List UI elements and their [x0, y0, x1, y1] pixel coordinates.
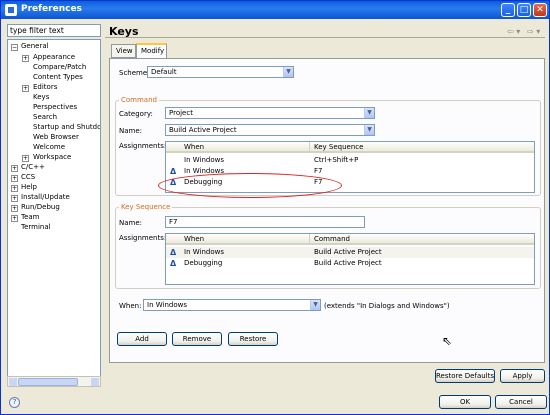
chevron-down-icon[interactable]: ▼: [364, 125, 374, 135]
cell-key-sequence: Ctrl+Shift+P: [314, 156, 359, 164]
tab-view[interactable]: View: [111, 44, 136, 58]
tree-item-install-update[interactable]: Install/Update: [21, 193, 70, 201]
scheme-label: Scheme:: [119, 69, 150, 77]
tree-item-workspace[interactable]: Workspace: [33, 153, 71, 161]
key-sequence-assignments-label: Assignments:: [119, 234, 167, 242]
tree-item-web-browser[interactable]: Web Browser: [33, 133, 79, 141]
tree-horizontal-scrollbar[interactable]: [7, 376, 101, 387]
key-sequence-assignments-table[interactable]: When Command Δ In Windows Build Active P…: [165, 233, 535, 285]
when-label: When:: [119, 302, 142, 310]
filter-input[interactable]: type filter text: [7, 24, 101, 37]
expand-icon[interactable]: +: [11, 165, 18, 172]
when-extends-note: (extends "In Dialogs and Windows"): [324, 302, 450, 310]
cell-command: Build Active Project: [314, 248, 382, 256]
tree-item-perspectives[interactable]: Perspectives: [33, 103, 77, 111]
scroll-left-icon[interactable]: [9, 378, 17, 386]
column-header-key-sequence[interactable]: Key Sequence: [310, 142, 534, 153]
highlight-ellipse: [158, 173, 342, 198]
cancel-button[interactable]: Cancel: [495, 395, 547, 409]
minimize-icon[interactable]: _: [501, 3, 515, 17]
collapse-icon[interactable]: −: [11, 44, 18, 51]
title-divider: [105, 37, 545, 38]
tree-item-team[interactable]: Team: [21, 213, 40, 221]
when-value: In Windows: [147, 301, 187, 309]
tree-item-keys[interactable]: Keys: [33, 93, 49, 101]
table-row[interactable]: Δ Debugging Build Active Project: [166, 258, 534, 269]
tree-item-editors[interactable]: Editors: [33, 83, 57, 91]
command-name-value: Build Active Project: [169, 126, 237, 134]
tree-item-ccs[interactable]: CCS: [21, 173, 35, 181]
tree-item-terminal[interactable]: Terminal: [21, 223, 51, 231]
cell-command: Build Active Project: [314, 259, 382, 267]
window-title: Preferences: [21, 4, 82, 14]
expand-icon[interactable]: +: [11, 195, 18, 202]
tree-item-startup[interactable]: Startup and Shutdow: [33, 123, 100, 131]
column-header-when[interactable]: When: [166, 234, 310, 245]
title-bar[interactable]: Preferences _ □ ✕: [1, 1, 549, 19]
forward-arrow-icon[interactable]: ⇨ ▾: [527, 27, 540, 36]
chevron-down-icon[interactable]: ▼: [310, 300, 320, 310]
tree-item-run-debug[interactable]: Run/Debug: [21, 203, 60, 211]
key-sequence-name-label: Name:: [119, 219, 143, 227]
tree-item-content-types[interactable]: Content Types: [33, 73, 83, 81]
category-value: Project: [169, 109, 193, 117]
apply-button[interactable]: Apply: [500, 369, 545, 383]
help-icon[interactable]: ?: [9, 397, 20, 408]
tree-item-welcome[interactable]: Welcome: [33, 143, 65, 151]
scroll-right-icon[interactable]: [91, 378, 99, 386]
restore-button[interactable]: Restore: [228, 332, 278, 346]
command-assignments-label: Assignments:: [119, 142, 167, 150]
back-arrow-icon[interactable]: ⇦ ▾: [507, 27, 520, 36]
delta-icon: Δ: [170, 248, 177, 257]
scheme-value: Default: [151, 68, 177, 76]
expand-icon[interactable]: +: [11, 205, 18, 212]
cell-when: Debugging: [184, 259, 223, 267]
expand-icon[interactable]: +: [11, 215, 18, 222]
delta-icon: Δ: [170, 167, 177, 176]
restore-defaults-button[interactable]: Restore Defaults: [435, 369, 495, 383]
table-row[interactable]: In Windows Ctrl+Shift+P: [166, 155, 534, 166]
category-label: Category:: [119, 110, 153, 118]
tree-item-help[interactable]: Help: [21, 183, 37, 191]
app-icon: [5, 4, 17, 16]
preferences-tree: − General + Appearance Compare/Patch Con…: [7, 39, 101, 387]
expand-icon[interactable]: +: [11, 175, 18, 182]
expand-icon[interactable]: +: [11, 185, 18, 192]
add-button[interactable]: Add: [117, 332, 167, 346]
maximize-icon[interactable]: □: [517, 3, 531, 17]
tab-modify[interactable]: Modify: [136, 43, 167, 58]
expand-icon[interactable]: +: [22, 85, 29, 92]
chevron-down-icon[interactable]: ▼: [364, 108, 374, 118]
when-combo[interactable]: In Windows ▼: [143, 299, 321, 311]
delta-icon: Δ: [170, 259, 177, 268]
column-header-command[interactable]: Command: [310, 234, 534, 245]
column-header-when[interactable]: When: [166, 142, 310, 153]
key-sequence-group-title: Key Sequence: [119, 203, 173, 211]
close-icon[interactable]: ✕: [533, 3, 547, 17]
expand-icon[interactable]: +: [22, 55, 29, 62]
tree-item-search[interactable]: Search: [33, 113, 57, 121]
mouse-cursor-icon: ⇖: [442, 334, 453, 348]
command-group-title: Command: [119, 96, 159, 104]
remove-button[interactable]: Remove: [172, 332, 222, 346]
cell-key-sequence: F7: [314, 167, 323, 175]
key-sequence-input[interactable]: F7: [165, 216, 365, 228]
cell-when: In Windows: [184, 156, 224, 164]
command-name-combo[interactable]: Build Active Project ▼: [165, 124, 375, 136]
chevron-down-icon[interactable]: ▼: [283, 67, 293, 77]
category-combo[interactable]: Project ▼: [165, 107, 375, 119]
tree-item-compare-patch[interactable]: Compare/Patch: [33, 63, 86, 71]
command-name-label: Name:: [119, 127, 143, 135]
scrollbar-thumb[interactable]: [18, 378, 78, 386]
scheme-combo[interactable]: Default ▼: [147, 66, 294, 78]
tree-item-general[interactable]: General: [21, 42, 49, 50]
expand-icon[interactable]: +: [22, 155, 29, 162]
cell-when: In Windows: [184, 248, 224, 256]
table-row[interactable]: Δ In Windows Build Active Project: [166, 247, 534, 258]
tree-item-appearance[interactable]: Appearance: [33, 53, 75, 61]
tree-item-cpp[interactable]: C/C++: [21, 163, 45, 171]
ok-button[interactable]: OK: [439, 395, 491, 409]
preferences-window: Preferences _ □ ✕ type filter text − Gen…: [0, 0, 550, 415]
